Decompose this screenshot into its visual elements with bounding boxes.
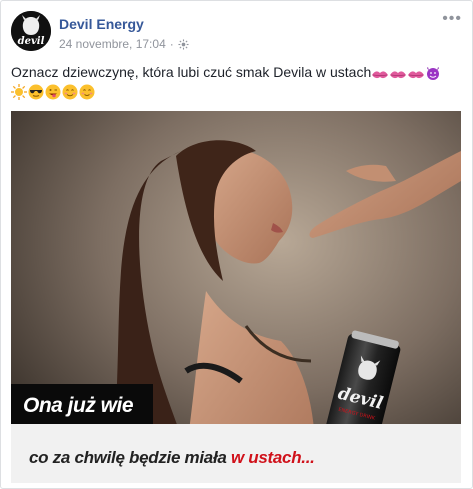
banner-light-prefix: co za chwilę będzie miała [29, 448, 231, 467]
sunglasses-face-icon [28, 84, 44, 100]
caption-emoji-row [11, 84, 461, 100]
post-caption: Oznacz dziewczynę, która lubi czuć smak … [11, 63, 461, 100]
facebook-post: devil Devil Energy 24 novembre, 17:04 · … [0, 0, 473, 489]
smiling-devil-icon [425, 65, 441, 81]
page-name-link[interactable]: Devil Energy [59, 16, 144, 32]
kiss-mark-icon [389, 67, 407, 79]
post-image[interactable]: devil ENERGY DRINK Ona już wie co za chw… [11, 111, 461, 483]
avatar-logo-text: devil [18, 36, 45, 47]
winking-tongue-face-icon [45, 84, 61, 100]
audience-public-icon[interactable] [178, 38, 189, 50]
devil-logo-icon: devil [11, 11, 51, 51]
more-options-button[interactable]: ••• [442, 11, 462, 27]
post-timestamp[interactable]: 24 novembre, 17:04 [59, 37, 166, 51]
blushing-face-icon [79, 84, 95, 100]
smiling-face-icon [62, 84, 78, 100]
kiss-mark-icon [371, 67, 389, 79]
post-meta: 24 novembre, 17:04 · [59, 37, 189, 51]
sun-icon [11, 84, 27, 100]
caption-text: Oznacz dziewczynę, która lubi czuć smak … [11, 64, 372, 80]
banner-dark-text: Ona już wie [23, 394, 134, 417]
meta-separator: · [169, 37, 174, 51]
banner-light-highlight: w ustach... [230, 448, 315, 467]
avatar[interactable]: devil [11, 11, 51, 51]
post-header: devil Devil Energy 24 novembre, 17:04 · … [11, 11, 462, 55]
banner-light-text: co za chwilę będzie miała w ustach... [29, 448, 315, 468]
kiss-mark-icon [407, 67, 425, 79]
